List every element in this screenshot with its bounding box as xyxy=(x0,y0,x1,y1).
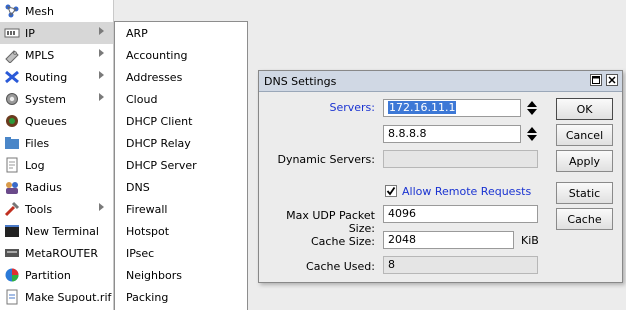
menu-item-new-terminal[interactable]: New Terminal xyxy=(0,220,113,242)
queues-icon xyxy=(4,113,20,129)
menu-item-label: Queues xyxy=(25,114,67,128)
menu-item-label: MPLS xyxy=(25,48,55,62)
menu-item-partition[interactable]: Partition xyxy=(0,264,113,286)
max-udp-input[interactable]: 4096 xyxy=(383,205,538,223)
cache-used-label: Cache Used: xyxy=(306,260,375,273)
menu-item-label: Partition xyxy=(25,268,71,282)
checkmark-icon xyxy=(386,186,396,196)
main-menu: Mesh IP MPLS Routing System Queues Files… xyxy=(0,0,114,310)
ok-button[interactable]: OK xyxy=(556,98,613,120)
menu-item-make-supout[interactable]: Make Supout.rif xyxy=(0,286,113,308)
radius-icon xyxy=(4,179,20,195)
menu-item-label: Log xyxy=(25,158,45,172)
cache-size-input[interactable]: 2048 xyxy=(383,231,514,249)
close-button[interactable] xyxy=(606,74,618,86)
mpls-icon xyxy=(4,47,20,63)
menu-item-files[interactable]: Files xyxy=(0,132,113,154)
close-icon xyxy=(608,76,616,84)
gear-icon xyxy=(4,91,20,107)
dns-settings-dialog: DNS Settings Servers: 172.16.11.1 8.8.8.… xyxy=(258,70,623,283)
submenu-item-dns[interactable]: DNS xyxy=(115,176,247,198)
menu-item-queues[interactable]: Queues xyxy=(0,110,113,132)
allow-remote-label[interactable]: Allow Remote Requests xyxy=(402,185,531,198)
chevron-right-icon xyxy=(99,27,104,35)
submenu-item-hotspot[interactable]: Hotspot xyxy=(115,220,247,242)
server-1-value: 172.16.11.1 xyxy=(388,101,457,114)
menu-item-label: Routing xyxy=(25,70,68,84)
mesh-icon xyxy=(4,3,20,19)
menu-item-label: Files xyxy=(25,136,50,150)
server-2-updown-icon[interactable] xyxy=(527,126,538,142)
tools-icon xyxy=(4,201,20,217)
static-button[interactable]: Static xyxy=(556,182,613,204)
menu-item-mesh[interactable]: Mesh xyxy=(0,0,113,22)
server-1-input[interactable]: 172.16.11.1 xyxy=(383,99,521,117)
submenu-item-cloud[interactable]: Cloud xyxy=(115,88,247,110)
menu-item-label: MetaROUTER xyxy=(25,246,98,260)
submenu-item-neighbors[interactable]: Neighbors xyxy=(115,264,247,286)
ip-icon xyxy=(4,25,20,41)
log-icon xyxy=(4,157,20,173)
menu-item-tools[interactable]: Tools xyxy=(0,198,113,220)
maximize-icon xyxy=(592,76,600,84)
chevron-right-icon xyxy=(99,71,104,79)
menu-item-label: Mesh xyxy=(25,4,54,18)
menu-item-label: System xyxy=(25,92,67,106)
menu-item-label: Tools xyxy=(25,202,53,216)
menu-item-mpls[interactable]: MPLS xyxy=(0,44,113,66)
dynamic-servers-label: Dynamic Servers: xyxy=(277,153,375,166)
dialog-title: DNS Settings xyxy=(264,74,337,88)
routing-icon xyxy=(4,69,20,85)
cancel-button[interactable]: Cancel xyxy=(556,124,613,146)
menu-item-label: Make Supout.rif xyxy=(25,290,112,304)
dynamic-servers-field xyxy=(383,150,538,168)
supout-icon xyxy=(4,289,20,305)
submenu-item-ipsec[interactable]: IPsec xyxy=(115,242,247,264)
menu-item-label: IP xyxy=(25,26,35,40)
submenu-item-arp[interactable]: ARP xyxy=(115,22,247,44)
submenu-item-addresses[interactable]: Addresses xyxy=(115,66,247,88)
cache-size-label: Cache Size: xyxy=(311,235,375,248)
max-udp-label: Max UDP Packet Size: xyxy=(286,209,375,235)
chevron-right-icon xyxy=(99,49,104,57)
maximize-button[interactable] xyxy=(590,74,602,86)
menu-item-metarouter[interactable]: MetaROUTER xyxy=(0,242,113,264)
menu-item-radius[interactable]: Radius xyxy=(0,176,113,198)
server-2-value: 8.8.8.8 xyxy=(388,127,427,140)
menu-item-system[interactable]: System xyxy=(0,88,113,110)
server-1-updown-icon[interactable] xyxy=(527,100,538,116)
cache-size-unit: KiB xyxy=(521,234,539,247)
server-2-input[interactable]: 8.8.8.8 xyxy=(383,125,521,143)
chevron-right-icon xyxy=(99,93,104,101)
submenu-item-accounting[interactable]: Accounting xyxy=(115,44,247,66)
ip-submenu: ARP Accounting Addresses Cloud DHCP Clie… xyxy=(114,21,248,310)
submenu-item-dhcp-server[interactable]: DHCP Server xyxy=(115,154,247,176)
dialog-titlebar[interactable]: DNS Settings xyxy=(259,71,622,92)
terminal-icon xyxy=(4,223,20,239)
submenu-item-packing[interactable]: Packing xyxy=(115,286,247,308)
submenu-item-dhcp-client[interactable]: DHCP Client xyxy=(115,110,247,132)
apply-button[interactable]: Apply xyxy=(556,150,613,172)
chevron-right-icon xyxy=(99,203,104,211)
metarouter-icon xyxy=(4,245,20,261)
servers-label: Servers: xyxy=(329,101,375,114)
cache-button[interactable]: Cache xyxy=(556,208,613,230)
menu-item-label: New Terminal xyxy=(25,224,99,238)
submenu-item-firewall[interactable]: Firewall xyxy=(115,198,247,220)
allow-remote-checkbox[interactable] xyxy=(385,185,397,197)
menu-item-label: Radius xyxy=(25,180,62,194)
cache-used-field: 8 xyxy=(383,256,538,274)
menu-item-routing[interactable]: Routing xyxy=(0,66,113,88)
folder-icon xyxy=(4,135,20,151)
partition-icon xyxy=(4,267,20,283)
submenu-item-dhcp-relay[interactable]: DHCP Relay xyxy=(115,132,247,154)
menu-item-ip[interactable]: IP xyxy=(0,22,113,44)
menu-item-log[interactable]: Log xyxy=(0,154,113,176)
